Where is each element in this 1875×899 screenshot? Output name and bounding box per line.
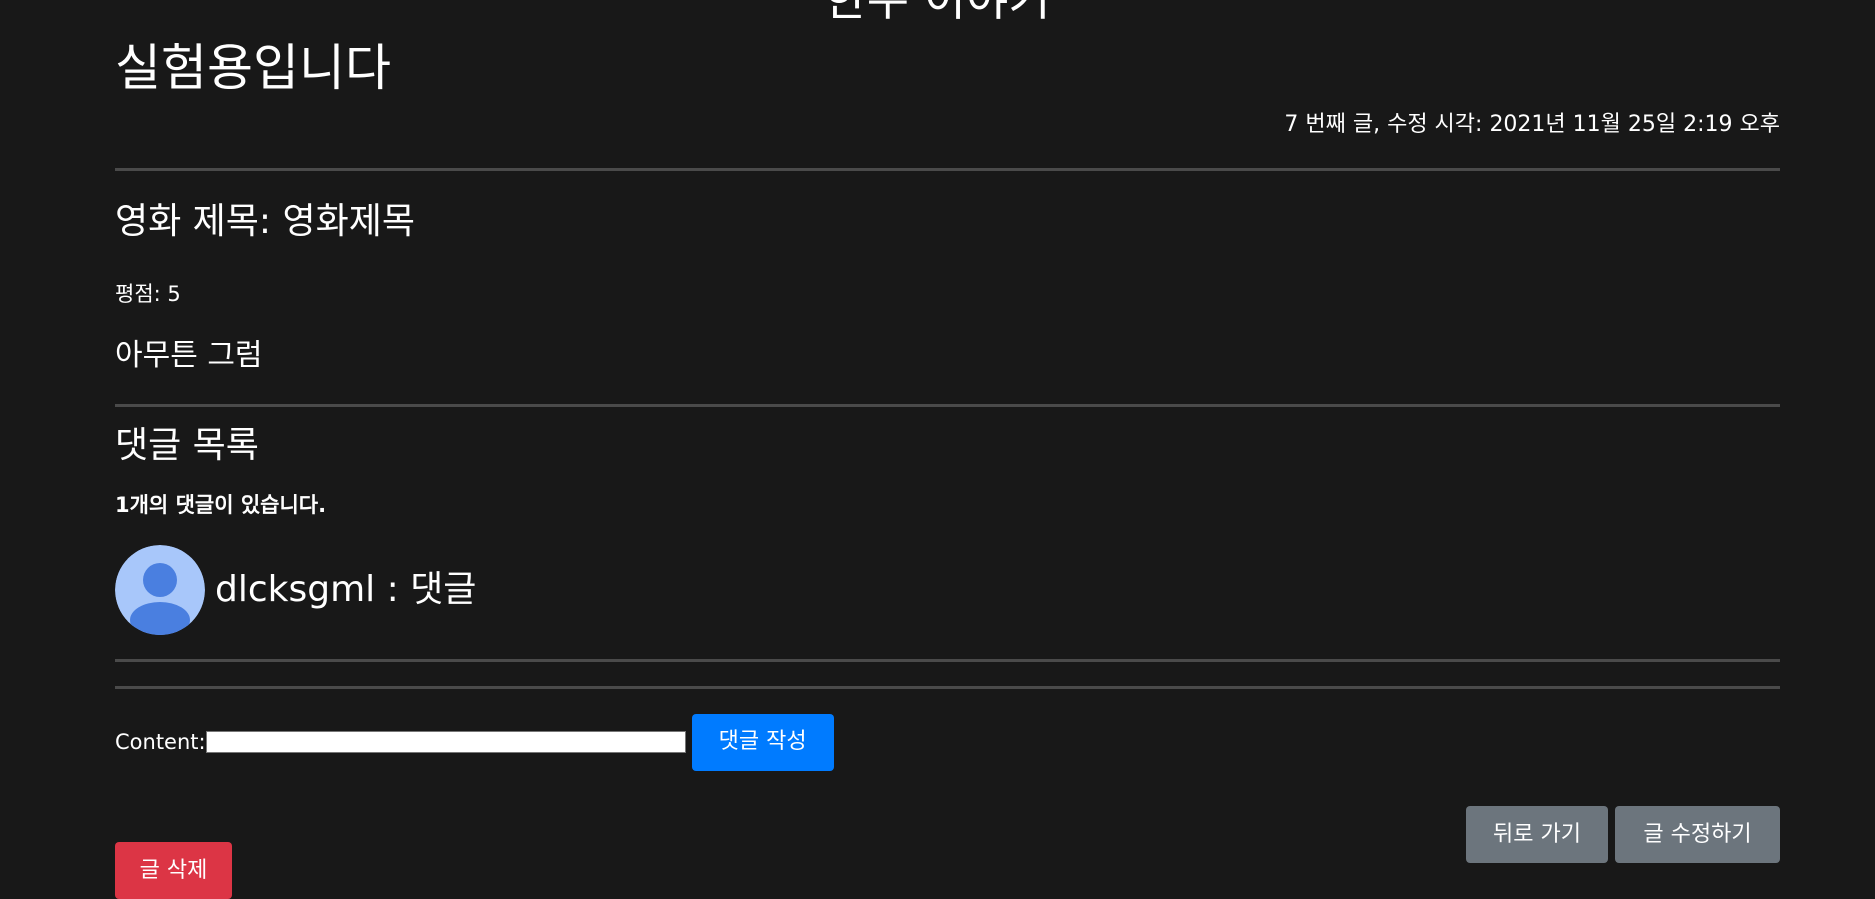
- post-detail-container: 실험용입니다 7 번째 글, 수정 시각: 2021년 11월 25일 2:19…: [115, 0, 1780, 899]
- delete-post-button[interactable]: 글 삭제: [115, 842, 232, 899]
- back-button[interactable]: 뒤로 가기: [1466, 806, 1608, 863]
- post-meta: 7 번째 글, 수정 시각: 2021년 11월 25일 2:19 오후: [1284, 112, 1780, 137]
- rating: 평점: 5: [115, 282, 181, 306]
- comment-form: Content: 댓글 작성: [115, 713, 834, 771]
- comment-content-label: Content:: [115, 730, 206, 754]
- divider: [115, 168, 1780, 171]
- comments-heading: 댓글 목록: [115, 425, 259, 466]
- post-title: 실험용입니다: [115, 39, 391, 97]
- comment-count: 1개의 댓글이 있습니다.: [115, 493, 327, 517]
- movie-title: 영화 제목: 영화제목: [115, 201, 415, 242]
- comment-content-input[interactable]: [205, 731, 686, 753]
- post-body: 아무튼 그럼: [115, 338, 263, 373]
- comment-text: dlcksgml : 댓글: [215, 569, 477, 610]
- submit-comment-button[interactable]: 댓글 작성: [691, 713, 834, 771]
- user-avatar-icon: [115, 545, 205, 635]
- comment-item: dlcksgml : 댓글: [115, 545, 476, 635]
- divider: [115, 659, 1780, 662]
- divider: [115, 686, 1780, 689]
- divider: [115, 404, 1780, 407]
- edit-post-button[interactable]: 글 수정하기: [1615, 806, 1780, 863]
